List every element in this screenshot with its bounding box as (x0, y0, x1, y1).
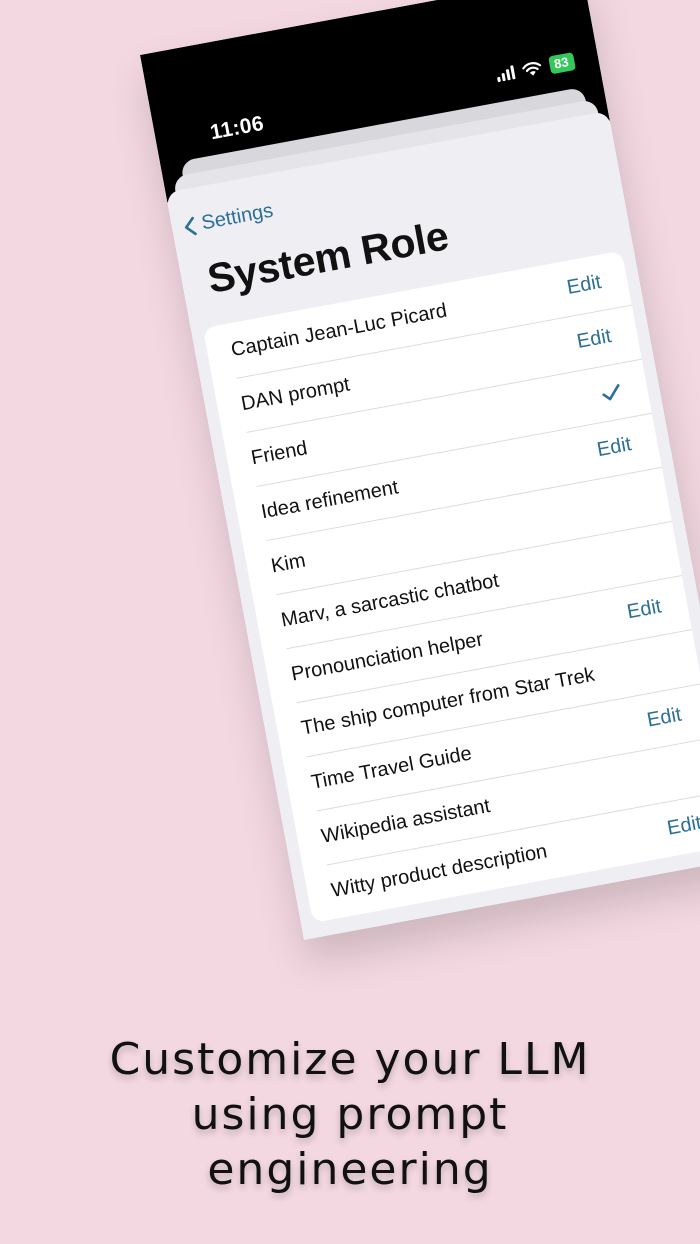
promo-caption: Customize your LLM using prompt engineer… (0, 1032, 700, 1197)
role-name: Kim (269, 549, 308, 578)
chevron-left-icon (184, 216, 197, 235)
roles-list: Captain Jean-Luc Picard Edit DAN prompt Edi… (202, 250, 700, 923)
cellular-signal-icon (495, 65, 516, 83)
edit-button[interactable]: Edit (625, 595, 663, 624)
role-name: Friend (249, 437, 310, 470)
checkmark-icon (600, 383, 623, 402)
wifi-icon (521, 61, 541, 76)
status-icons: 83 (495, 52, 576, 84)
role-name: DAN prompt (239, 373, 352, 416)
edit-button[interactable]: Edit (665, 812, 700, 841)
battery-charging-icon: 83 (547, 52, 576, 75)
edit-button[interactable]: Edit (575, 325, 613, 354)
edit-button[interactable]: Edit (645, 704, 683, 733)
status-time: 11:06 (208, 111, 266, 145)
caption-line-1: Customize your LLM (109, 1034, 591, 1085)
edit-button[interactable]: Edit (565, 271, 603, 300)
caption-line-2: using prompt (191, 1089, 509, 1140)
caption-line-3: engineering (207, 1144, 493, 1195)
back-button[interactable]: Settings (182, 200, 275, 239)
back-button-label: Settings (199, 199, 275, 235)
system-role-sheet: Settings System Role Captain Jean-Luc Pi… (165, 110, 700, 940)
role-name: Idea refinement (259, 476, 401, 524)
edit-button[interactable]: Edit (595, 433, 633, 462)
phone-frame: 11:06 83 Settings System Role Captain Je… (140, 0, 700, 940)
